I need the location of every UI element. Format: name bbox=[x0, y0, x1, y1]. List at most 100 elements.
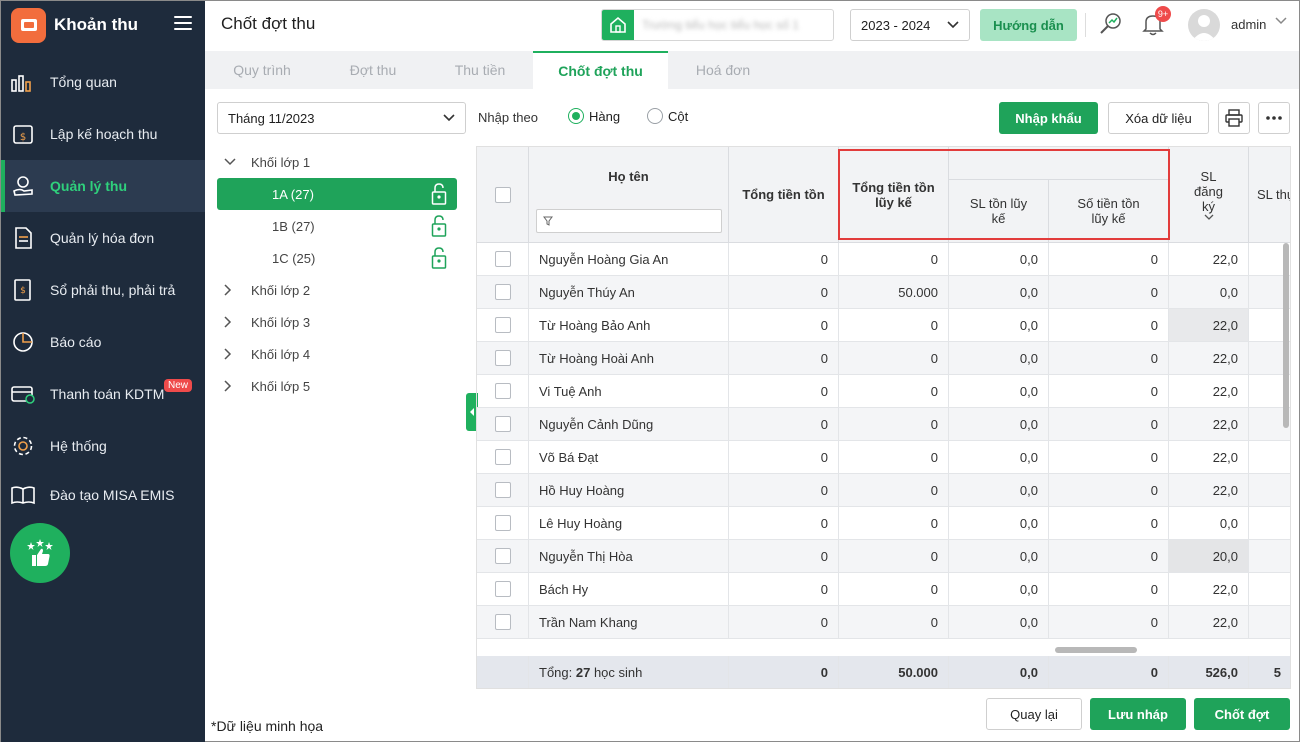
row-checkbox[interactable] bbox=[494, 482, 511, 498]
sidebar-item-quan-ly-hoa-don[interactable]: Quản lý hóa đơn bbox=[1, 212, 205, 264]
back-button[interactable]: Quay lại bbox=[986, 698, 1082, 730]
user-avatar[interactable] bbox=[1188, 9, 1220, 41]
qty-registered-cell[interactable]: 0,0 bbox=[1169, 507, 1249, 540]
amount-cumulative-cell[interactable]: 0 bbox=[1049, 441, 1169, 474]
amount-cumulative-cell[interactable]: 0 bbox=[1049, 573, 1169, 606]
amount-cumulative-cell[interactable]: 0 bbox=[1049, 606, 1169, 639]
qty-cumulative-cell[interactable]: 0,0 bbox=[949, 507, 1049, 540]
table-row[interactable]: Lê Huy Hoàng 0 0 0,0 0 0,0 bbox=[477, 507, 1290, 540]
qty-cumulative-cell[interactable]: 0,0 bbox=[949, 441, 1049, 474]
tab-dot-thu[interactable]: Đợt thu bbox=[319, 51, 427, 89]
tree-item-khoi-4[interactable]: Khối lớp 4 bbox=[217, 338, 457, 370]
save-draft-button[interactable]: Lưu nháp bbox=[1090, 698, 1186, 730]
tree-item-khoi-1[interactable]: Khối lớp 1 bbox=[217, 146, 457, 178]
row-checkbox[interactable] bbox=[494, 416, 511, 432]
user-name[interactable]: admin bbox=[1231, 17, 1266, 32]
sidebar-item-so-phai-thu[interactable]: $ Sổ phải thu, phải trả bbox=[1, 264, 205, 316]
tree-item-class-1b[interactable]: 1B (27) bbox=[217, 210, 457, 242]
qty-registered-cell[interactable]: 22,0 bbox=[1169, 342, 1249, 375]
qty-actual-cell[interactable] bbox=[1249, 606, 1290, 639]
table-row[interactable]: Nguyễn Hoàng Gia An 0 0 0,0 0 22,0 bbox=[477, 243, 1290, 276]
row-checkbox[interactable] bbox=[494, 284, 511, 300]
row-checkbox[interactable] bbox=[494, 317, 511, 333]
table-row[interactable]: Nguyễn Cảnh Dũng 0 0 0,0 0 22,0 bbox=[477, 408, 1290, 441]
table-row[interactable]: Bách Hy 0 0 0,0 0 22,0 bbox=[477, 573, 1290, 606]
clear-data-button[interactable]: Xóa dữ liệu bbox=[1108, 102, 1209, 134]
school-year-select[interactable]: 2023 - 2024 bbox=[850, 9, 970, 41]
qty-cumulative-cell[interactable]: 0,0 bbox=[949, 408, 1049, 441]
table-row[interactable]: Từ Hoàng Bảo Anh 0 0 0,0 0 22,0 bbox=[477, 309, 1290, 342]
table-row[interactable]: Hồ Huy Hoàng 0 0 0,0 0 22,0 bbox=[477, 474, 1290, 507]
row-checkbox[interactable] bbox=[494, 383, 511, 399]
qty-registered-cell[interactable]: 22,0 bbox=[1169, 573, 1249, 606]
qty-cumulative-cell[interactable]: 0,0 bbox=[949, 276, 1049, 309]
tree-item-khoi-3[interactable]: Khối lớp 3 bbox=[217, 306, 457, 338]
tab-hoa-don[interactable]: Hoá đơn bbox=[668, 51, 778, 89]
qty-actual-cell[interactable] bbox=[1249, 507, 1290, 540]
amount-cumulative-cell[interactable]: 0 bbox=[1049, 375, 1169, 408]
qty-cumulative-cell[interactable]: 0,0 bbox=[949, 573, 1049, 606]
qty-actual-cell[interactable] bbox=[1249, 441, 1290, 474]
school-selector[interactable]: Trường tiểu học tiểu học số 1 bbox=[601, 9, 834, 41]
qty-actual-cell[interactable] bbox=[1249, 540, 1290, 573]
unlock-icon[interactable] bbox=[431, 247, 447, 269]
sidebar-item-bao-cao[interactable]: Báo cáo bbox=[1, 316, 205, 368]
qty-registered-cell[interactable]: 22,0 bbox=[1169, 441, 1249, 474]
month-select[interactable]: Tháng 11/2023 bbox=[217, 102, 466, 134]
horizontal-scrollbar[interactable] bbox=[1055, 647, 1137, 653]
qty-registered-cell[interactable]: 22,0 bbox=[1169, 474, 1249, 507]
vertical-scrollbar[interactable] bbox=[1283, 243, 1289, 428]
row-checkbox[interactable] bbox=[494, 350, 511, 366]
import-button[interactable]: Nhập khẩu bbox=[999, 102, 1098, 134]
row-checkbox[interactable] bbox=[494, 614, 511, 630]
select-all-checkbox[interactable] bbox=[494, 186, 511, 203]
qty-registered-cell[interactable]: 22,0 bbox=[1169, 309, 1249, 342]
close-period-button[interactable]: Chốt đợt bbox=[1194, 698, 1290, 730]
radio-row[interactable]: Hàng bbox=[568, 108, 620, 124]
amount-cumulative-cell[interactable]: 0 bbox=[1049, 243, 1169, 276]
sidebar-item-thanh-toan-kdtm[interactable]: Thanh toán KDTM New bbox=[1, 368, 205, 420]
row-checkbox[interactable] bbox=[494, 548, 511, 564]
table-row[interactable]: Nguyễn Thị Hòa 0 0 0,0 0 20,0 bbox=[477, 540, 1290, 573]
table-row[interactable]: Nguyễn Thúy An 0 50.000 0,0 0 0,0 bbox=[477, 276, 1290, 309]
qty-actual-cell[interactable] bbox=[1249, 573, 1290, 606]
feedback-thumbs-up-button[interactable] bbox=[10, 523, 70, 583]
amount-cumulative-cell[interactable]: 0 bbox=[1049, 276, 1169, 309]
qty-registered-cell[interactable]: 22,0 bbox=[1169, 243, 1249, 276]
amount-cumulative-cell[interactable]: 0 bbox=[1049, 507, 1169, 540]
qty-cumulative-cell[interactable]: 0,0 bbox=[949, 474, 1049, 507]
row-checkbox[interactable] bbox=[494, 515, 511, 531]
tab-thu-tien[interactable]: Thu tiền bbox=[427, 51, 533, 89]
tab-quy-trinh[interactable]: Quy trình bbox=[205, 51, 319, 89]
sidebar-item-he-thong[interactable]: Hệ thống bbox=[1, 420, 205, 472]
amount-cumulative-cell[interactable]: 0 bbox=[1049, 540, 1169, 573]
qty-cumulative-cell[interactable]: 0,0 bbox=[949, 375, 1049, 408]
tree-item-class-1a[interactable]: 1A (27) bbox=[217, 178, 457, 210]
qty-registered-cell[interactable]: 20,0 bbox=[1169, 540, 1249, 573]
tree-item-class-1c[interactable]: 1C (25) bbox=[217, 242, 457, 274]
radio-column[interactable]: Cột bbox=[647, 108, 688, 124]
more-options-button[interactable] bbox=[1258, 102, 1290, 134]
qty-registered-cell[interactable]: 22,0 bbox=[1169, 375, 1249, 408]
qty-registered-cell[interactable]: 22,0 bbox=[1169, 408, 1249, 441]
sidebar-item-quan-ly-thu[interactable]: Quản lý thu bbox=[1, 160, 205, 212]
qty-registered-cell[interactable]: 0,0 bbox=[1169, 276, 1249, 309]
table-row[interactable]: Vi Tuệ Anh 0 0 0,0 0 22,0 bbox=[477, 375, 1290, 408]
qty-registered-cell[interactable]: 22,0 bbox=[1169, 606, 1249, 639]
guide-button[interactable]: Hướng dẫn bbox=[980, 9, 1077, 41]
table-row[interactable]: Trần Nam Khang 0 0 0,0 0 22,0 bbox=[477, 606, 1290, 639]
qty-cumulative-cell[interactable]: 0,0 bbox=[949, 540, 1049, 573]
amount-cumulative-cell[interactable]: 0 bbox=[1049, 408, 1169, 441]
tree-item-khoi-2[interactable]: Khối lớp 2 bbox=[217, 274, 457, 306]
user-menu-chevron-icon[interactable] bbox=[1275, 17, 1287, 25]
qty-cumulative-cell[interactable]: 0,0 bbox=[949, 243, 1049, 276]
table-row[interactable]: Võ Bá Đạt 0 0 0,0 0 22,0 bbox=[477, 441, 1290, 474]
amount-cumulative-cell[interactable]: 0 bbox=[1049, 474, 1169, 507]
sidebar-item-dao-tao[interactable]: Đào tạo MISA EMIS bbox=[1, 472, 205, 518]
hamburger-menu-icon[interactable] bbox=[174, 14, 192, 32]
qty-cumulative-cell[interactable]: 0,0 bbox=[949, 309, 1049, 342]
tab-chot-dot-thu[interactable]: Chốt đợt thu bbox=[533, 51, 668, 89]
qty-actual-cell[interactable] bbox=[1249, 474, 1290, 507]
name-filter-input[interactable] bbox=[536, 209, 722, 233]
unlock-icon[interactable] bbox=[431, 215, 447, 237]
